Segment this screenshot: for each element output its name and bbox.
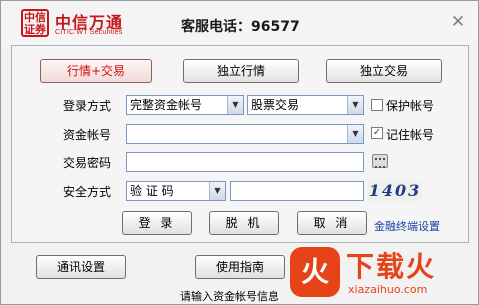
service-hotline: 客服电话：96577: [181, 19, 300, 35]
login-button[interactable]: 登 录: [122, 211, 192, 235]
user-guide-button[interactable]: 使用指南: [195, 255, 285, 279]
login-window: 中信 证券 中信万通 CITIC WT Securities 客服电话：96577…: [0, 0, 479, 305]
login-method-label: 登录方式: [63, 99, 112, 113]
terminal-settings-link[interactable]: 金融终端设置: [374, 218, 440, 234]
status-text: 请输入资金帐号信息: [180, 290, 279, 303]
protect-account-checkbox[interactable]: [371, 99, 383, 111]
captcha-input[interactable]: [230, 181, 364, 201]
password-label: 交易密码: [63, 156, 112, 170]
security-method-label: 安全方式: [63, 185, 112, 199]
chevron-down-icon[interactable]: ▼: [209, 182, 225, 200]
offline-button[interactable]: 脱 机: [209, 211, 279, 235]
account-label: 资金帐号: [63, 128, 112, 142]
watermark-title: 下载火: [346, 250, 437, 283]
tab-quote-only[interactable]: 独立行情: [183, 59, 299, 83]
captcha-image[interactable]: 1403: [368, 181, 422, 201]
watermark: 火 下载火 xiazaihuo.com: [284, 241, 479, 305]
tab-trade-only[interactable]: 独立交易: [326, 59, 442, 83]
chevron-down-icon[interactable]: ▼: [347, 125, 363, 143]
keyboard-icon[interactable]: [372, 154, 388, 168]
watermark-subtitle: xiazaihuo.com: [348, 283, 428, 296]
trade-type-value: 股票交易: [251, 98, 300, 112]
trade-type-select[interactable]: 股票交易 ▼: [247, 95, 364, 115]
account-input[interactable]: ▼: [126, 124, 364, 144]
tab-quote-and-trade[interactable]: 行情+交易: [40, 59, 152, 83]
comm-settings-button[interactable]: 通讯设置: [36, 255, 126, 279]
title-bar: 中信 证券 中信万通 CITIC WT Securities 客服电话：96577…: [1, 1, 478, 45]
password-field[interactable]: [126, 152, 364, 172]
brand-english-name: CITIC WT Securities: [55, 29, 123, 36]
login-method-value: 完整资金帐号: [130, 98, 203, 112]
remember-account-checkbox[interactable]: ✓: [371, 127, 383, 139]
protect-account-label: 保护帐号: [386, 99, 435, 113]
flame-logo-icon: 火: [290, 247, 340, 297]
brand-logo-icon: 中信 证券: [21, 9, 49, 37]
cancel-button[interactable]: 取 消: [297, 211, 367, 235]
security-method-value: 验 证 码: [130, 184, 174, 198]
security-method-select[interactable]: 验 证 码 ▼: [126, 181, 226, 201]
chevron-down-icon[interactable]: ▼: [347, 96, 363, 114]
remember-account-label: 记住帐号: [386, 128, 435, 142]
close-button[interactable]: ✕: [448, 12, 468, 32]
login-method-select[interactable]: 完整资金帐号 ▼: [126, 95, 244, 115]
chevron-down-icon[interactable]: ▼: [227, 96, 243, 114]
